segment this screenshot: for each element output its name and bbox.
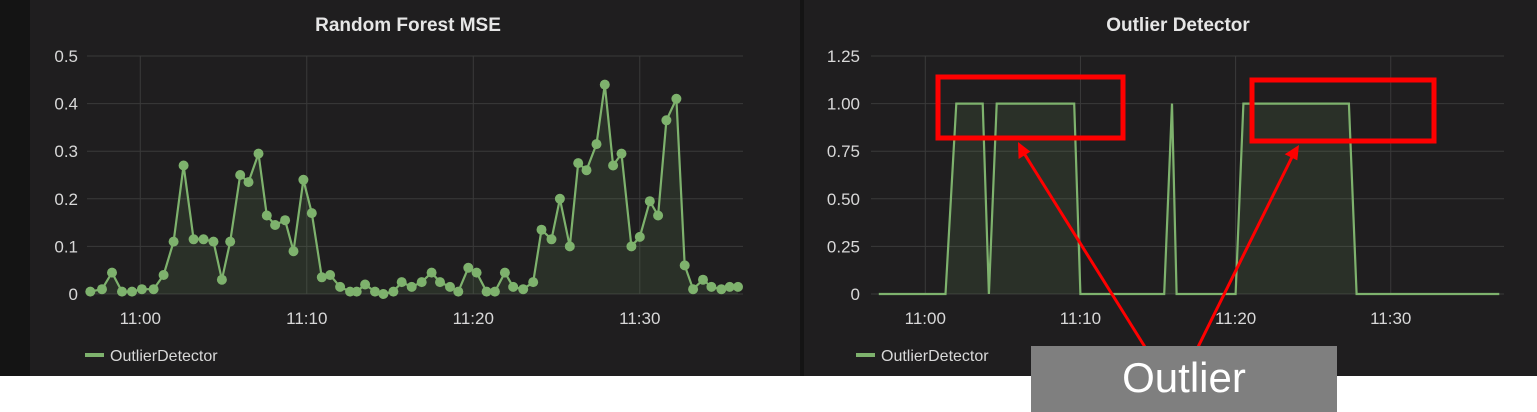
data-point[interactable] (508, 281, 519, 292)
data-point[interactable] (489, 286, 500, 297)
data-point[interactable] (416, 277, 427, 288)
data-point[interactable] (335, 281, 346, 292)
legend-label[interactable]: OutlierDetector (881, 348, 989, 365)
outlier-label: Outlier (1122, 354, 1246, 401)
data-point[interactable] (378, 289, 389, 299)
y-tick-label: 0.25 (827, 237, 860, 256)
outlier-detector-panel: Outlier Detector 0 0.25 0.50 0.75 1.00 1.25 11… (804, 0, 1537, 376)
data-point[interactable] (653, 210, 664, 221)
x-tick-label: 11:20 (453, 309, 494, 328)
legend[interactable]: OutlierDetector (85, 348, 218, 365)
data-point[interactable] (158, 270, 169, 280)
data-point[interactable] (518, 284, 529, 295)
data-point[interactable] (499, 267, 510, 278)
y-tick-label: 0 (69, 285, 78, 304)
legend-color-swatch (856, 353, 875, 357)
data-point[interactable] (733, 281, 743, 292)
data-point[interactable] (661, 115, 672, 126)
data-point[interactable] (388, 286, 399, 297)
data-point[interactable] (168, 236, 179, 247)
data-point[interactable] (351, 286, 362, 297)
data-point[interactable] (107, 267, 117, 278)
data-point[interactable] (225, 236, 236, 247)
x-tick-label: 11:30 (1370, 309, 1411, 328)
data-point[interactable] (679, 260, 690, 271)
data-point[interactable] (235, 170, 246, 180)
data-point[interactable] (564, 241, 575, 252)
y-tick-label: 0.50 (827, 190, 860, 209)
y-tick-label: 0.2 (54, 190, 78, 209)
legend-color-swatch (85, 353, 104, 357)
x-tick-label: 11:20 (1215, 309, 1256, 328)
data-point[interactable] (127, 286, 137, 297)
data-point[interactable] (406, 281, 417, 292)
data-point[interactable] (396, 277, 407, 288)
data-point[interactable] (546, 234, 557, 245)
data-point[interactable] (471, 267, 482, 278)
y-tick-label: 0.75 (827, 142, 860, 161)
data-point[interactable] (198, 234, 209, 245)
data-point[interactable] (426, 267, 437, 278)
data-point[interactable] (536, 224, 547, 235)
data-point[interactable] (573, 158, 584, 169)
y-tick-label: 0 (851, 285, 860, 304)
legend[interactable]: OutlierDetector (856, 348, 989, 365)
data-point[interactable] (706, 281, 717, 292)
data-point[interactable] (261, 210, 272, 221)
x-tick-label: 11:10 (1060, 309, 1101, 328)
data-point[interactable] (581, 165, 592, 176)
data-point[interactable] (97, 284, 107, 295)
x-tick-label: 11:10 (286, 309, 327, 328)
data-point[interactable] (688, 284, 699, 295)
data-point[interactable] (325, 270, 336, 280)
panel-title: Outlier Detector (1106, 15, 1250, 36)
data-point[interactable] (148, 284, 159, 295)
data-point[interactable] (591, 139, 602, 150)
x-tick-label: 11:00 (120, 309, 161, 328)
data-point[interactable] (626, 241, 637, 252)
data-point[interactable] (85, 286, 96, 297)
data-point[interactable] (528, 277, 539, 288)
data-point[interactable] (243, 177, 254, 188)
data-point[interactable] (178, 160, 189, 171)
data-point[interactable] (453, 286, 464, 297)
x-tick-label: 11:30 (619, 309, 660, 328)
y-tick-label: 1.00 (827, 95, 860, 114)
dashboard-left-edge (0, 0, 30, 376)
data-point[interactable] (554, 193, 565, 204)
data-point[interactable] (288, 246, 299, 257)
panel-title: Random Forest MSE (315, 15, 501, 36)
y-tick-label: 0.1 (54, 237, 78, 256)
random-forest-mse-chart: Random Forest MSE 0 0.1 0.2 0.3 0.4 0.5 11:00 1… (54, 15, 743, 365)
data-point[interactable] (136, 284, 147, 295)
data-point[interactable] (208, 236, 219, 247)
data-point[interactable] (188, 234, 199, 245)
outlier-detector-chart: Outlier Detector 0 0.25 0.50 0.75 1.00 1.25 11… (827, 15, 1504, 365)
random-forest-mse-panel: Random Forest MSE 0 0.1 0.2 0.3 0.4 0.5 11:00 1… (30, 0, 800, 376)
y-tick-label: 1.25 (827, 47, 860, 66)
data-point[interactable] (435, 277, 445, 288)
legend-label[interactable]: OutlierDetector (110, 348, 218, 365)
y-tick-label: 0.5 (54, 47, 78, 66)
x-tick-label: 11:00 (905, 309, 946, 328)
data-point[interactable] (298, 174, 309, 185)
outlier-label-box: Outlier (1031, 346, 1337, 412)
data-point[interactable] (270, 220, 281, 230)
data-point[interactable] (117, 286, 127, 297)
data-point[interactable] (634, 231, 645, 242)
y-tick-label: 0.4 (54, 95, 78, 114)
data-point[interactable] (306, 208, 317, 219)
data-point[interactable] (599, 79, 610, 90)
data-point[interactable] (216, 274, 227, 285)
data-point[interactable] (280, 215, 291, 226)
y-tick-label: 0.3 (54, 142, 78, 161)
data-point[interactable] (608, 160, 619, 171)
data-point[interactable] (253, 148, 264, 159)
data-point[interactable] (370, 286, 380, 297)
data-point[interactable] (616, 148, 627, 159)
data-point[interactable] (698, 274, 708, 285)
data-point[interactable] (671, 93, 682, 104)
data-point[interactable] (644, 196, 655, 207)
data-point[interactable] (360, 279, 371, 290)
